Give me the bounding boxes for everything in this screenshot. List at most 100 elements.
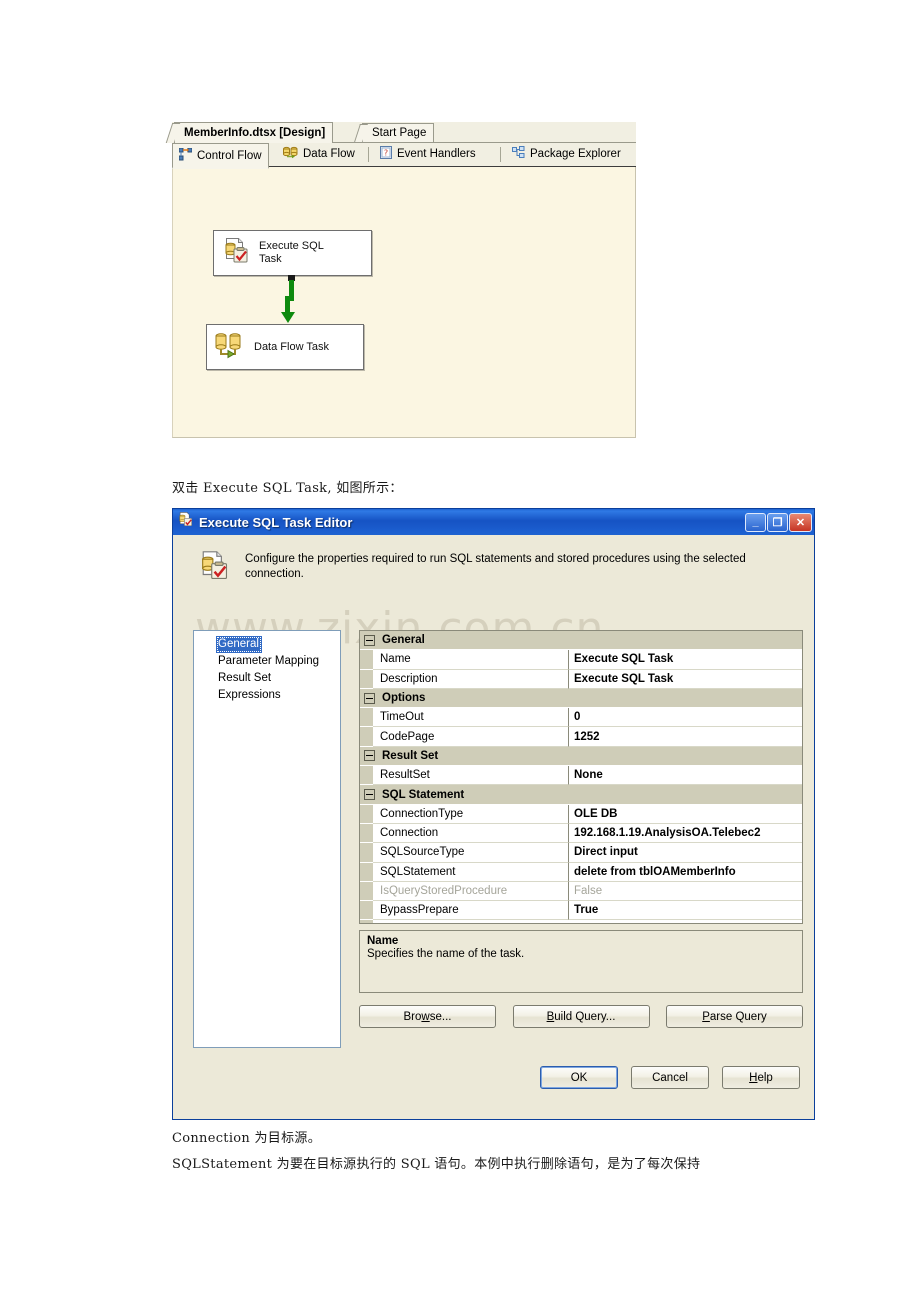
tab-label: Control Flow bbox=[197, 149, 262, 162]
browse-button[interactable]: Browse... bbox=[359, 1005, 496, 1028]
property-row[interactable]: Connection 192.168.1.19.AnalysisOA.Telebe… bbox=[360, 823, 802, 844]
property-name-cell: Description bbox=[373, 669, 569, 689]
property-gutter bbox=[360, 669, 373, 689]
property-row[interactable]: TimeOut 0 bbox=[360, 708, 802, 728]
property-name-cell: ResultSet bbox=[373, 766, 569, 786]
build-query-button[interactable]: Build Query... bbox=[512, 1005, 650, 1028]
ok-button[interactable]: OK bbox=[540, 1066, 618, 1089]
sidebar-item-general[interactable]: General bbox=[194, 634, 340, 653]
property-grid[interactable]: General Name Execute SQL Task Description Ex… bbox=[359, 630, 803, 924]
property-category-cell: Result Set bbox=[360, 746, 802, 767]
property-value-cell[interactable]: 192.168.1.19.AnalysisOA.Telebec2 bbox=[569, 823, 802, 844]
property-value-cell[interactable]: True bbox=[569, 901, 802, 921]
dialog-titlebar[interactable]: Execute SQL Task Editor _ ❐ ✕ bbox=[173, 509, 814, 535]
help-button-label: Help bbox=[749, 1071, 773, 1084]
property-value-cell[interactable]: None bbox=[569, 766, 802, 786]
execute-sql-task-editor-dialog: Execute SQL Task Editor _ ❐ ✕ Configure … bbox=[172, 508, 815, 1120]
task-execute-sql-task[interactable]: Execute SQL Task bbox=[213, 230, 372, 276]
page-navigation-list[interactable]: General Parameter Mapping Result Set Exp… bbox=[193, 630, 341, 1048]
property-row[interactable]: SQLStatement delete from tblOAMemberInfo bbox=[360, 862, 802, 882]
property-category-cell: Options bbox=[360, 688, 802, 709]
close-button[interactable]: ✕ bbox=[789, 512, 812, 532]
sidebar-item-label: Result Set bbox=[218, 672, 272, 684]
sidebar-item-expressions[interactable]: Expressions bbox=[194, 687, 340, 704]
property-name-cell: IsQueryStoredProcedure bbox=[373, 881, 569, 902]
cancel-button[interactable]: Cancel bbox=[631, 1066, 709, 1089]
svg-text:?: ? bbox=[384, 149, 388, 158]
property-name-cell: Connection bbox=[373, 823, 569, 844]
property-row[interactable]: IsQueryStoredProcedure False bbox=[360, 881, 802, 902]
sidebar-item-label: Parameter Mapping bbox=[218, 655, 319, 667]
tab-label: Event Handlers bbox=[397, 148, 476, 160]
property-value-cell[interactable]: delete from tblOAMemberInfo bbox=[569, 862, 802, 882]
property-name-cell: ConnectionType bbox=[373, 804, 569, 824]
build-query-button-label: Build Query... bbox=[546, 1010, 616, 1023]
document-tab-start-page[interactable]: Start Page bbox=[354, 123, 435, 142]
property-category-label: SQL Statement bbox=[382, 788, 465, 801]
tab-package-explorer[interactable]: Package Explorer bbox=[506, 143, 627, 165]
dialog-header-text: Configure the properties required to run… bbox=[245, 553, 746, 580]
property-row[interactable]: SQLSourceType Direct input bbox=[360, 843, 802, 863]
parse-query-button-label: Parse Query bbox=[702, 1010, 767, 1023]
document-tab-label: Start Page bbox=[372, 127, 427, 139]
property-row[interactable]: BypassPrepare True bbox=[360, 901, 802, 921]
property-row[interactable]: ResultSet None bbox=[360, 766, 802, 786]
action-button-row: Browse... Build Query... Parse Query bbox=[359, 1005, 803, 1028]
property-category-row[interactable]: Options bbox=[360, 688, 802, 709]
collapse-expander-icon[interactable] bbox=[364, 634, 375, 646]
property-description-title: Name bbox=[367, 935, 399, 947]
property-row[interactable]: Name Execute SQL Task bbox=[360, 650, 802, 670]
property-category-label: General bbox=[382, 634, 425, 647]
property-name-cell: CodePage bbox=[373, 727, 569, 747]
tab-label: Package Explorer bbox=[530, 148, 621, 160]
document-tab-memberinfo[interactable]: MemberInfo.dtsx [Design] bbox=[165, 122, 334, 143]
property-category-row[interactable]: General bbox=[360, 631, 802, 651]
property-value-cell[interactable]: Direct input bbox=[569, 843, 802, 863]
tab-control-flow[interactable]: Control Flow bbox=[172, 143, 269, 169]
sidebar-item-result-set[interactable]: Result Set bbox=[194, 670, 340, 687]
property-category-row[interactable]: Result Set bbox=[360, 746, 802, 767]
property-category-label: Result Set bbox=[382, 749, 439, 762]
property-value-cell[interactable]: 1252 bbox=[569, 727, 802, 747]
property-value-cell[interactable]: 0 bbox=[569, 708, 802, 728]
property-row[interactable]: ConnectionType OLE DB bbox=[360, 804, 802, 824]
property-category-row[interactable]: SQL Statement bbox=[360, 785, 802, 805]
collapse-expander-icon[interactable] bbox=[364, 750, 375, 762]
property-value-cell[interactable]: OLE DB bbox=[569, 804, 802, 824]
package-explorer-icon bbox=[512, 146, 525, 162]
dialog-body: General Parameter Mapping Result Set Exp… bbox=[173, 597, 814, 1119]
maximize-icon: ❐ bbox=[772, 516, 783, 529]
help-button[interactable]: Help bbox=[722, 1066, 800, 1089]
control-flow-icon bbox=[178, 147, 193, 164]
property-gutter bbox=[360, 804, 373, 824]
parse-query-button[interactable]: Parse Query bbox=[666, 1005, 803, 1028]
maximize-button[interactable]: ❐ bbox=[767, 512, 788, 532]
property-value-cell[interactable]: Execute SQL Task bbox=[569, 650, 802, 670]
ssis-designer: MemberInfo.dtsx [Design] Start Page Cont… bbox=[165, 122, 636, 438]
property-row[interactable]: CodePage 1252 bbox=[360, 727, 802, 747]
data-flow-icon bbox=[283, 146, 298, 162]
document-tabstrip: MemberInfo.dtsx [Design] Start Page bbox=[165, 122, 636, 143]
tab-data-flow[interactable]: Data Flow bbox=[277, 143, 361, 165]
dialog-title: Execute SQL Task Editor bbox=[199, 514, 353, 530]
property-row[interactable]: Description Execute SQL Task bbox=[360, 669, 802, 689]
property-name-cell: BypassPrepare bbox=[373, 901, 569, 921]
tab-separator bbox=[500, 147, 501, 162]
minimize-button[interactable]: _ bbox=[745, 512, 766, 532]
tab-slant bbox=[354, 124, 368, 142]
cancel-button-label: Cancel bbox=[652, 1071, 688, 1084]
property-value-cell[interactable]: Execute SQL Task bbox=[569, 669, 802, 689]
collapse-expander-icon[interactable] bbox=[364, 692, 375, 704]
control-flow-canvas[interactable]: Execute SQL Task Data Flow Task bbox=[172, 167, 636, 438]
property-gutter bbox=[360, 881, 373, 902]
task-data-flow-task[interactable]: Data Flow Task bbox=[206, 324, 364, 370]
browse-button-label: Browse... bbox=[403, 1010, 452, 1023]
tab-event-handlers[interactable]: ? Event Handlers bbox=[374, 143, 482, 165]
document-tab-label: MemberInfo.dtsx [Design] bbox=[184, 127, 326, 139]
collapse-expander-icon[interactable] bbox=[364, 789, 375, 801]
sidebar-item-parameter-mapping[interactable]: Parameter Mapping bbox=[194, 653, 340, 670]
property-value-cell[interactable]: False bbox=[569, 881, 802, 902]
tab-separator bbox=[368, 147, 369, 162]
property-name-cell: SQLSourceType bbox=[373, 843, 569, 863]
event-handlers-icon: ? bbox=[380, 146, 392, 162]
